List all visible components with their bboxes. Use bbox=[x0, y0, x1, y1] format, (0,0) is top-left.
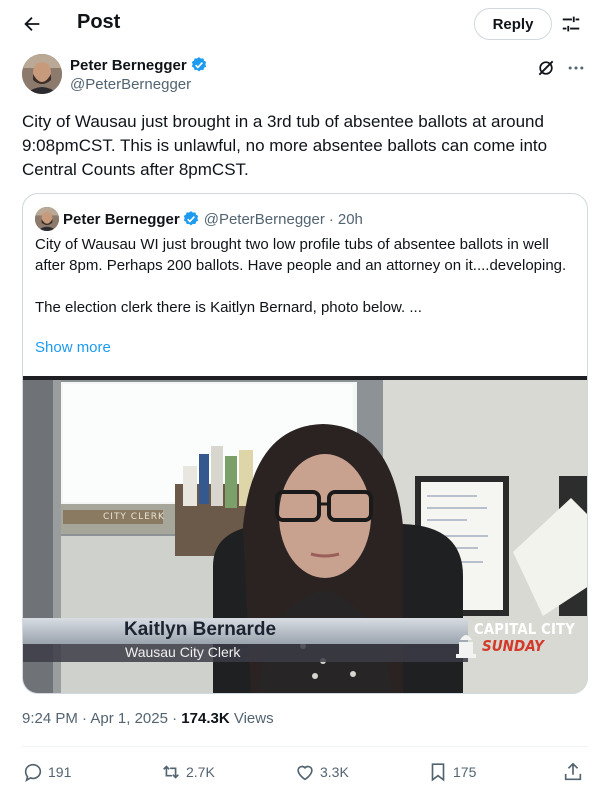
post-author: Peter Bernegger @PeterBernegger bbox=[22, 54, 584, 98]
quoted-post-image[interactable]: CITY CLERK Kaitlyn Bernarde Wausau City … bbox=[23, 376, 587, 693]
share-action[interactable] bbox=[562, 758, 584, 786]
logo-line-1: CAPITAL CITY bbox=[474, 620, 575, 638]
views-count: 174.3K bbox=[181, 710, 230, 727]
quoted-post-text: City of Wausau WI just brought two low p… bbox=[35, 234, 580, 318]
grok-icon[interactable] bbox=[536, 58, 556, 78]
quoted-timestamp: 20h bbox=[337, 210, 363, 228]
post-meta: 9:24 PM · Apr 1, 2025 · 174.3K Views bbox=[22, 710, 274, 727]
repost-action[interactable]: 2.7K bbox=[160, 758, 215, 786]
author-name[interactable]: Peter Bernegger bbox=[70, 56, 208, 74]
reply-count: 191 bbox=[48, 764, 72, 780]
verified-badge-icon bbox=[191, 57, 206, 72]
quoted-post-header: Peter Bernegger @PeterBernegger · 20h bbox=[35, 207, 363, 231]
views-label: Views bbox=[229, 710, 274, 727]
adjust-icon[interactable] bbox=[560, 13, 582, 35]
quoted-paragraph-1: City of Wausau WI just brought two low p… bbox=[35, 236, 567, 274]
lower-third-subbar bbox=[23, 644, 468, 662]
tv-lower-third: Kaitlyn Bernarde Wausau City Clerk CAPIT… bbox=[23, 618, 587, 662]
back-arrow-icon bbox=[24, 16, 40, 32]
reply-icon bbox=[24, 763, 42, 782]
more-icon[interactable] bbox=[566, 58, 586, 78]
divider bbox=[22, 746, 588, 747]
post-time[interactable]: 9:24 PM bbox=[22, 710, 78, 727]
separator-dot: · bbox=[328, 210, 334, 228]
quoted-paragraph-2: The election clerk there is Kaitlyn Bern… bbox=[35, 299, 422, 316]
show-more-link[interactable]: Show more bbox=[35, 339, 111, 356]
like-count: 3.3K bbox=[320, 764, 349, 780]
lower-third-title: Wausau City Clerk bbox=[125, 644, 241, 660]
capital-city-sunday-logo: CAPITAL CITY SUNDAY bbox=[451, 620, 587, 660]
bookmark-icon bbox=[431, 763, 445, 782]
bookmark-count: 175 bbox=[453, 764, 477, 780]
separator-dot: · bbox=[167, 710, 182, 727]
share-icon bbox=[564, 762, 582, 781]
verified-badge-icon bbox=[183, 211, 198, 226]
post-text: City of Wausau just brought in a 3rd tub… bbox=[22, 112, 548, 179]
like-icon bbox=[297, 765, 313, 781]
page-title: Post bbox=[77, 11, 121, 33]
quoted-post[interactable]: Peter Bernegger @PeterBernegger · 20h Ci… bbox=[22, 193, 588, 694]
quoted-author-handle: @PeterBernegger bbox=[203, 210, 325, 228]
repost-icon bbox=[163, 765, 179, 779]
action-bar: 191 2.7K 3.3K 175 bbox=[22, 758, 588, 786]
lower-third-name: Kaitlyn Bernarde bbox=[124, 619, 277, 640]
reply-button[interactable]: Reply bbox=[474, 8, 552, 40]
top-bar: Post Reply bbox=[0, 0, 597, 48]
reply-action[interactable]: 191 bbox=[22, 758, 71, 786]
back-button[interactable] bbox=[20, 12, 44, 36]
avatar[interactable] bbox=[22, 54, 62, 94]
logo-line-2: SUNDAY bbox=[482, 637, 544, 655]
city-clerk-sign: CITY CLERK bbox=[103, 512, 165, 522]
post-date[interactable]: Apr 1, 2025 bbox=[90, 710, 168, 727]
author-handle[interactable]: @PeterBernegger bbox=[70, 76, 191, 93]
like-action[interactable]: 3.3K bbox=[294, 758, 349, 786]
repost-count: 2.7K bbox=[186, 764, 215, 780]
separator-dot: · bbox=[77, 710, 91, 727]
quoted-avatar bbox=[35, 207, 59, 231]
quoted-author-name: Peter Bernegger bbox=[63, 210, 180, 228]
bookmark-action[interactable]: 175 bbox=[427, 758, 476, 786]
author-name-text: Peter Bernegger bbox=[70, 56, 187, 74]
